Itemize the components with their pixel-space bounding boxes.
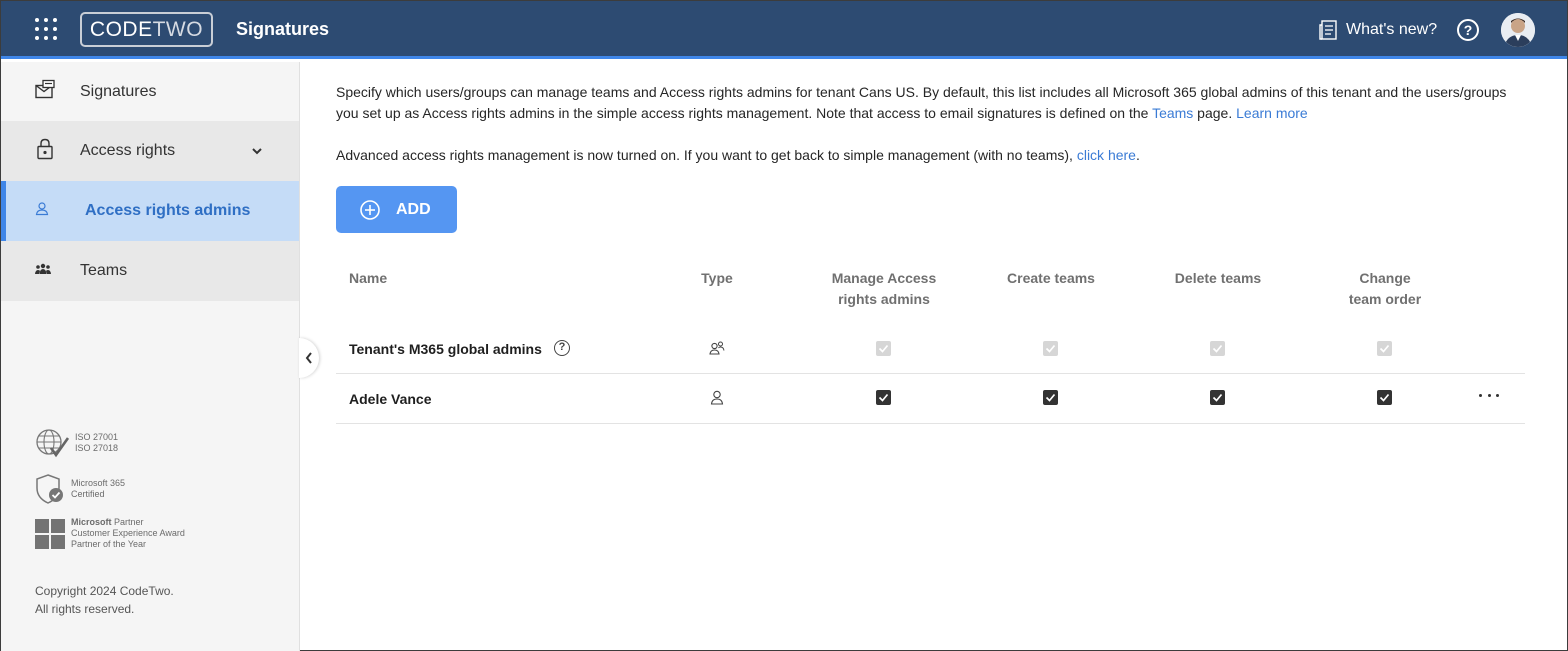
column-header-delete-teams[interactable]: Delete teams [1158, 268, 1278, 289]
checkbox-create-teams[interactable] [1043, 390, 1058, 405]
plus-circle-icon [360, 199, 380, 220]
codetwo-logo[interactable]: CODETWO [80, 12, 213, 47]
column-header-type[interactable]: Type [697, 268, 737, 289]
more-options-icon[interactable] [1479, 390, 1499, 400]
microsoft-logo-icon [35, 518, 65, 549]
globe-check-icon [36, 429, 69, 458]
copyright: Copyright 2024 CodeTwo. All rights reser… [35, 582, 174, 618]
checkbox-change-order-disabled [1377, 341, 1392, 356]
ms365-certified-badge: Microsoft 365 Certified [35, 473, 125, 505]
sidebar-item-access-rights[interactable]: Access rights [1, 121, 299, 181]
advanced-period: . [1135, 147, 1140, 163]
microsoft-partner-badge: Microsoft Partner Customer Experience Awa… [35, 517, 185, 550]
add-button-label: ADD [396, 200, 431, 218]
column-header-create-teams[interactable]: Create teams [991, 268, 1111, 289]
news-icon [1319, 20, 1337, 40]
column-header-line: Manage Access [831, 270, 937, 286]
ms365-line-2: Certified [71, 489, 105, 499]
column-header-line: Change [1359, 270, 1411, 286]
sidebar-item-label: Teams [80, 262, 128, 279]
row-name-adele-vance: Adele Vance [349, 391, 432, 407]
sidebar-item-signatures[interactable]: Signatures [1, 62, 299, 122]
row-divider [336, 373, 1525, 374]
checkbox-manage-admins[interactable] [876, 390, 891, 405]
iso-line-1: ISO 27001 [75, 432, 119, 442]
intro-body: Specify which users/groups can manage te… [336, 84, 1507, 121]
iso-badge: ISO 27001 ISO 27018 [35, 428, 118, 458]
help-circle-icon[interactable]: ? [554, 340, 570, 356]
copyright-line-1: Copyright 2024 CodeTwo. [35, 584, 174, 598]
click-here-link[interactable]: click here [1077, 147, 1136, 163]
checkbox-create-teams-disabled [1043, 341, 1058, 356]
partner-word: Partner [114, 517, 144, 527]
row-name-global-admins: Tenant's M365 global admins [349, 341, 542, 357]
teams-link[interactable]: Teams [1152, 105, 1193, 121]
sidebar-item-teams[interactable]: Teams [1, 241, 299, 301]
user-avatar[interactable] [1501, 13, 1535, 47]
intro-text: Specify which users/groups can manage te… [336, 82, 1531, 124]
user-icon [710, 390, 724, 410]
app-title: Signatures [236, 19, 330, 39]
checkbox-manage-admins-disabled [876, 341, 891, 356]
ms365-line-1: Microsoft 365 [71, 478, 126, 488]
column-header-name[interactable]: Name [349, 268, 387, 289]
column-header-line: rights admins [838, 291, 930, 307]
shield-check-icon [36, 474, 63, 504]
sidebar-item-label: Access rights [80, 142, 176, 159]
logo-text-code: CODE [89, 18, 153, 41]
checkbox-change-order[interactable] [1377, 390, 1392, 405]
chevron-down-icon[interactable] [251, 142, 263, 160]
partner-brand: Microsoft [71, 517, 112, 527]
advanced-body: Advanced access rights management is now… [336, 147, 1077, 163]
intro-after-link: page. [1193, 105, 1237, 121]
team-icon [35, 262, 51, 280]
partner-line-3: Partner of the Year [71, 539, 147, 549]
checkbox-delete-teams[interactable] [1210, 390, 1225, 405]
help-icon[interactable]: ? [1457, 19, 1479, 41]
partner-line-2: Customer Experience Award [71, 528, 185, 538]
copyright-line-2: All rights reserved. [35, 602, 135, 616]
column-header-change-team-order[interactable]: Change team order [1325, 268, 1445, 310]
checkbox-delete-teams-disabled [1210, 341, 1225, 356]
row-divider [336, 423, 1525, 424]
whats-new-label: What's new? [1346, 21, 1438, 38]
top-bar: CODETWO Signatures What's new? ? [1, 1, 1567, 59]
main-content: Specify which users/groups can manage te… [301, 62, 1567, 651]
iso-line-2: ISO 27018 [75, 443, 119, 453]
learn-more-link[interactable]: Learn more [1236, 105, 1308, 121]
column-header-line: team order [1348, 291, 1422, 307]
group-icon [709, 341, 725, 360]
signature-icon [35, 79, 55, 105]
sidebar-item-label: Access rights admins [85, 202, 251, 219]
person-icon [35, 202, 49, 221]
add-button[interactable]: ADD [336, 186, 457, 233]
lock-icon [35, 138, 55, 165]
app-launcher-icon[interactable] [35, 18, 57, 40]
column-header-manage-access-rights-admins[interactable]: Manage Access rights admins [819, 268, 949, 310]
sidebar: Signatures Access rights Access rights a… [1, 62, 300, 651]
sidebar-item-access-rights-admins[interactable]: Access rights admins [1, 181, 299, 241]
whats-new-button[interactable]: What's new? [1319, 18, 1437, 42]
logo-text-two: TWO [152, 18, 204, 41]
advanced-mode-text: Advanced access rights management is now… [336, 145, 1140, 166]
sidebar-item-label: Signatures [80, 83, 157, 100]
